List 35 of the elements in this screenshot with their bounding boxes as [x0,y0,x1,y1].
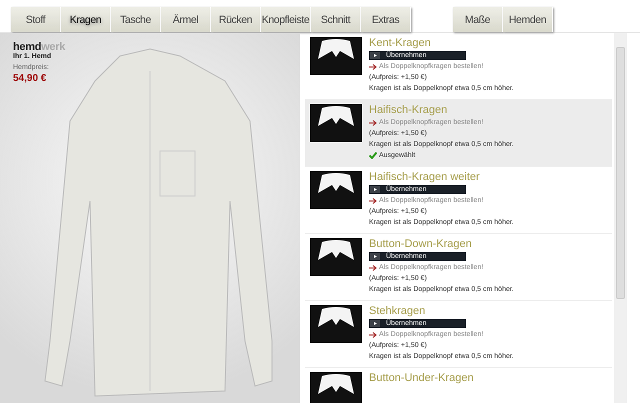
collar-drawing [310,37,362,75]
arrow-icon [369,120,377,126]
arrow-icon [369,198,377,204]
option-name: Button-Under-Kragen [369,372,474,385]
tab[interactable]: Extras [361,7,411,32]
collar-drawing [310,104,362,142]
play-icon [369,252,383,261]
collar-drawing [310,171,362,209]
price: 54,90 € [13,73,48,84]
option-name: Haifisch-Kragen [369,104,448,117]
play-icon [369,51,383,60]
collar-drawing [310,238,362,276]
checkmark-icon [369,152,377,159]
arrow-icon [369,332,377,338]
brand-logo: hemdwerk [13,41,66,53]
tab[interactable]: Maße [453,7,503,32]
option-name: Kent-Kragen [369,37,431,50]
tab[interactable]: Kragen [61,7,111,32]
tab[interactable]: Schnitt [311,7,361,32]
tab[interactable]: Knopfleiste [261,7,311,32]
option-name: Stehkragen [369,305,426,318]
tab[interactable]: Rücken [211,7,261,32]
play-icon [369,185,383,194]
tab[interactable]: Hemden [503,7,553,32]
arrow-icon [369,64,377,70]
arrow-icon [369,264,377,270]
tab[interactable]: Ärmel [161,7,211,32]
scrollbar[interactable] [614,33,627,403]
tab[interactable]: Tasche [111,7,161,32]
collar-drawing [310,372,362,403]
option-name: Button-Down-Kragen [369,238,472,251]
tab[interactable]: Stoff [11,7,61,32]
collar-drawing [310,305,362,343]
option-name: Haifisch-Kragen weiter [369,171,480,184]
play-icon [369,319,383,328]
